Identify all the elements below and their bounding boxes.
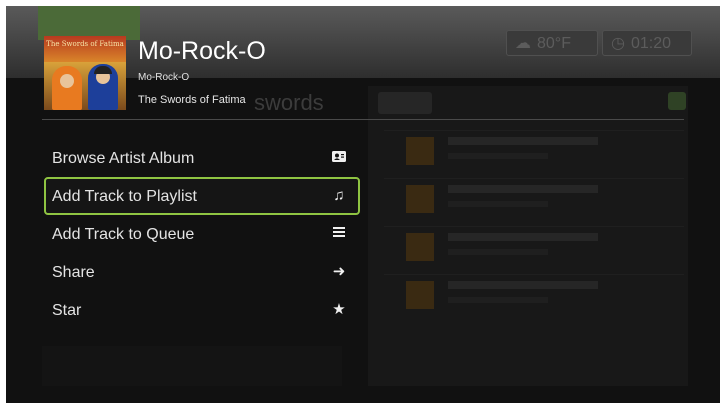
star-icon: ★ bbox=[332, 301, 346, 318]
background-row bbox=[384, 130, 684, 175]
menu-item-label: Browse Artist Album bbox=[52, 150, 195, 167]
queue-list-icon bbox=[330, 225, 348, 243]
weather-text: 80°F bbox=[537, 35, 571, 52]
arrow-right-icon: ➜ bbox=[332, 263, 346, 280]
active-tab bbox=[38, 6, 140, 40]
tv-screen: ☁ 80°F ◷ 01:20 swords The Swords of Fatima… bbox=[6, 6, 720, 403]
artist-card-icon bbox=[330, 149, 348, 167]
weather-status: ☁ 80°F bbox=[506, 30, 598, 56]
menu-item-browse-artist-album[interactable]: Browse Artist Album bbox=[44, 139, 360, 177]
album-art: The Swords of Fatima bbox=[44, 36, 126, 110]
album-art-caption: The Swords of Fatima bbox=[46, 40, 124, 48]
music-note-icon: ♫ bbox=[333, 187, 345, 204]
clock-status: ◷ 01:20 bbox=[602, 30, 692, 56]
album-art-figure bbox=[52, 66, 82, 110]
background-block bbox=[42, 346, 342, 386]
track-artist: The Swords of Fatima bbox=[138, 94, 246, 106]
track-title: Mo-Rock-O bbox=[138, 37, 266, 65]
background-toggle bbox=[668, 92, 686, 110]
menu-item-share[interactable]: Share ➜ bbox=[44, 253, 360, 291]
menu-item-label: Add Track to Queue bbox=[52, 226, 195, 243]
album-art-figure bbox=[88, 64, 118, 110]
menu-item-star[interactable]: Star ★ bbox=[44, 291, 360, 329]
background-heading: swords bbox=[254, 90, 324, 115]
clock-icon: ◷ bbox=[611, 35, 625, 52]
menu-item-label: Star bbox=[52, 302, 82, 319]
background-row bbox=[384, 226, 684, 271]
menu-item-add-track-to-playlist[interactable]: Add Track to Playlist ♫ bbox=[44, 177, 360, 215]
background-row bbox=[384, 274, 684, 319]
weather-icon: ☁ bbox=[515, 35, 531, 52]
menu-item-label: Add Track to Playlist bbox=[52, 188, 197, 205]
track-subtitle: Mo-Rock-O bbox=[138, 72, 190, 83]
clock-text: 01:20 bbox=[630, 35, 672, 52]
background-panel-tab bbox=[378, 92, 432, 114]
background-row bbox=[384, 178, 684, 223]
context-menu: Browse Artist Album Add Track to Playlis… bbox=[44, 139, 360, 329]
header-divider bbox=[42, 119, 684, 120]
menu-item-label: Share bbox=[52, 264, 95, 281]
menu-item-add-track-to-queue[interactable]: Add Track to Queue bbox=[44, 215, 360, 253]
